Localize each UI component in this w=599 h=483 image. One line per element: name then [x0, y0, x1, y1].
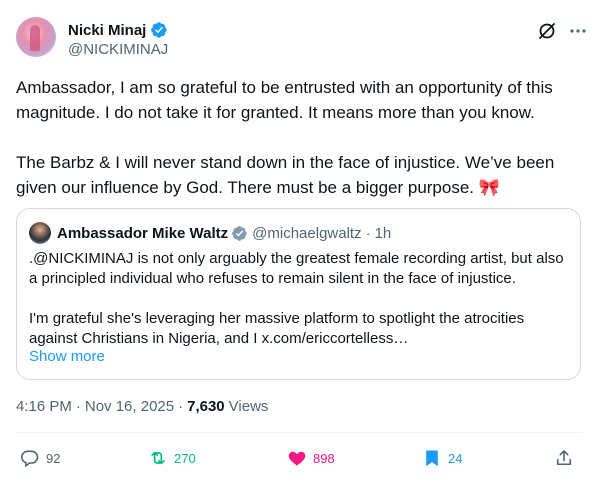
- author-name-row: Nicki Minaj: [68, 20, 168, 40]
- bookmark-icon: [426, 450, 438, 467]
- share-button[interactable]: [554, 448, 580, 468]
- heart-icon: [288, 451, 306, 466]
- tweet-text: Ambassador, I am so grateful to be entru…: [16, 78, 555, 197]
- meta-separator: ·: [178, 398, 184, 415]
- quoted-tweet-header: Ambassador Mike Waltz @michaelgwaltz · 1…: [29, 222, 391, 244]
- more-dots-icon[interactable]: [568, 21, 588, 41]
- grok-icon[interactable]: [537, 21, 557, 41]
- quoted-dot-separator: ·: [365, 224, 371, 242]
- quoted-author-avatar: [29, 222, 51, 244]
- views-label: Views: [228, 398, 269, 415]
- author-avatar[interactable]: [16, 17, 56, 57]
- quoted-author-handle: @michaelgwaltz: [252, 224, 362, 242]
- repost-icon: [151, 451, 165, 465]
- tweet-header: Nicki Minaj @NICKIMINAJ: [16, 14, 586, 62]
- quoted-tweet[interactable]: Ambassador Mike Waltz @michaelgwaltz · 1…: [16, 208, 581, 380]
- reply-count: 92: [46, 450, 61, 466]
- like-button[interactable]: 898: [287, 448, 335, 468]
- show-more-link[interactable]: Show more: [29, 348, 105, 365]
- action-bar: 92 270 898 24: [16, 446, 583, 474]
- quoted-tweet-text: .@NICKIMINAJ is not only arguably the gr…: [29, 250, 564, 347]
- bookmark-count: 24: [448, 450, 463, 466]
- tweet-date[interactable]: Nov 16, 2025: [85, 398, 174, 415]
- tweet-card: Nicki Minaj @NICKIMINAJ Ambassador, I am…: [0, 0, 599, 483]
- verified-badge-icon: [151, 22, 168, 38]
- like-count: 898: [313, 450, 335, 466]
- reply-icon: [21, 450, 39, 467]
- tweet-meta: 4:16 PM · Nov 16, 2025 · 7,630 Views: [16, 398, 268, 415]
- repost-count: 270: [174, 450, 196, 466]
- author-display-name[interactable]: Nicki Minaj: [68, 22, 146, 39]
- repost-button[interactable]: 270: [148, 448, 196, 468]
- views-count: 7,630: [187, 398, 225, 415]
- divider: [16, 432, 583, 433]
- share-icon: [556, 450, 572, 466]
- meta-separator: ·: [75, 398, 81, 415]
- reply-button[interactable]: 92: [20, 448, 60, 468]
- verified-badge-icon: [232, 225, 247, 241]
- tweet-time[interactable]: 4:16 PM: [16, 398, 72, 415]
- author-handle[interactable]: @NICKIMINAJ: [68, 41, 168, 58]
- quoted-author-display-name: Ambassador Mike Waltz: [57, 224, 229, 242]
- quoted-tweet-age: 1h: [374, 224, 392, 242]
- bookmark-button[interactable]: 24: [422, 448, 462, 468]
